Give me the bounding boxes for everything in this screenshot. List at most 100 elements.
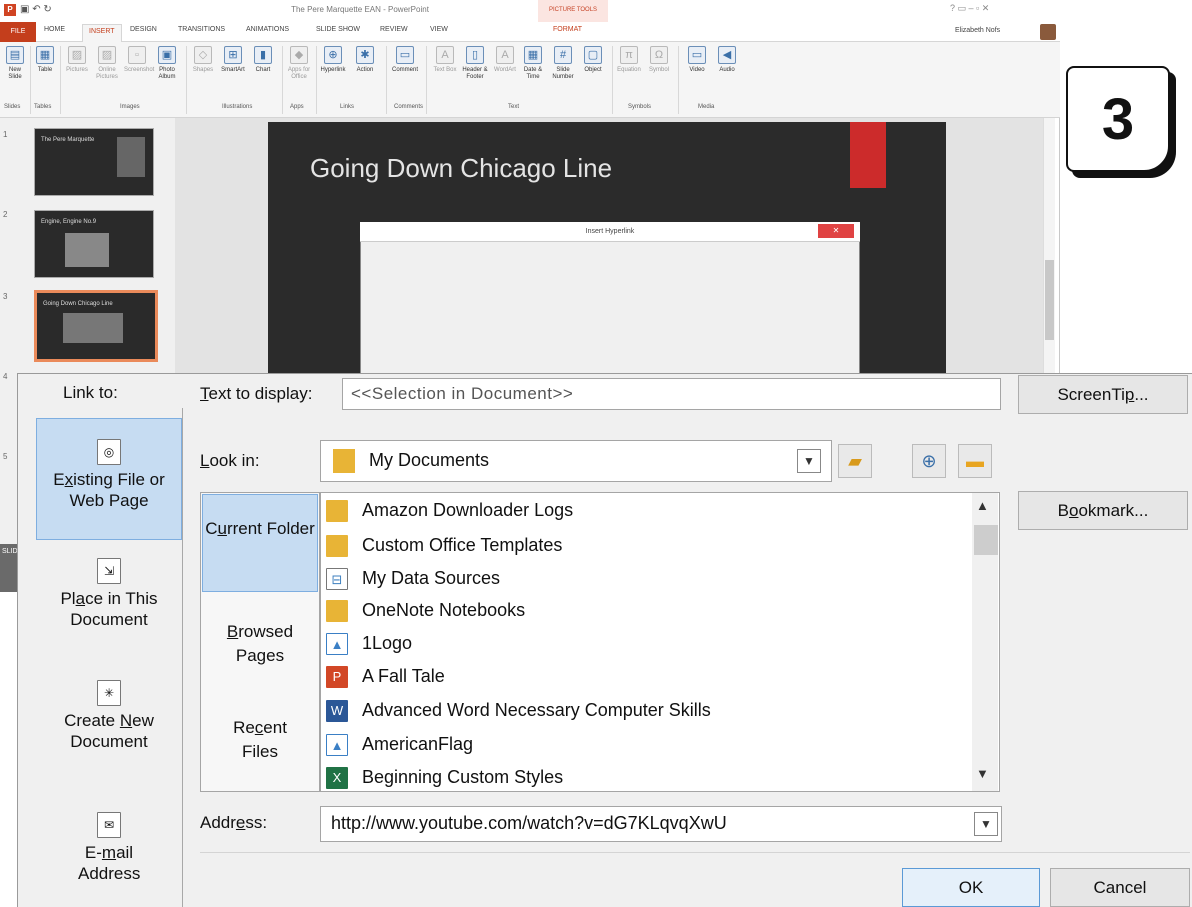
bookmark-button[interactable]: Bookmark... [1018,491,1188,530]
table-button[interactable]: ▦ Table [32,46,58,74]
list-item[interactable]: X Beginning Custom Styles [326,761,563,791]
tab-recent-files[interactable]: Recent Files [202,716,318,764]
tab-design[interactable]: DESIGN [130,26,157,33]
link-to-label: Link to: [63,383,118,402]
email-icon: ✉ [97,812,121,838]
wordart-button[interactable]: A WordArt [492,46,518,74]
list-item[interactable]: Custom Office Templates [326,529,562,562]
tab-current-folder[interactable]: Current Folder [202,494,318,592]
action-button[interactable]: ✱ Action [352,46,378,74]
mini-dialog-title: Insert Hyperlink [360,222,860,242]
apps-for-office-button[interactable]: ◆ Apps for Office [286,46,312,81]
scroll-down-icon[interactable]: ▼ [976,766,989,781]
file-name: OneNote Notebooks [362,600,526,620]
group-illustrations-label: Illustrations [222,104,253,110]
scrollbar-thumb[interactable] [974,525,998,555]
video-button[interactable]: ▭ Video [684,46,710,74]
avatar[interactable] [1040,24,1056,40]
header-footer-button[interactable]: ▯ Header & Footer [462,46,488,81]
object-button[interactable]: ▢ Object [580,46,606,74]
ok-button[interactable]: OK [902,868,1040,907]
up-one-folder-icon[interactable]: ▰ [838,444,872,478]
scroll-up-icon[interactable]: ▲ [976,498,989,513]
comment-button[interactable]: ▭ Comment [392,46,418,74]
screenshot-button[interactable]: ▫ Screenshot [124,46,154,74]
folder-icon [326,535,348,558]
tab-format[interactable]: FORMAT [553,26,582,33]
ribbon-divider [282,46,283,114]
label-accel: T [200,384,209,403]
link-to-email-address[interactable]: ✉ E-mail Address [36,812,182,884]
list-item[interactable]: Amazon Downloader Logs [326,494,573,527]
file-name: Custom Office Templates [362,535,563,555]
look-in-select[interactable]: My Documents [320,440,832,482]
folder-icon [326,500,348,523]
list-item[interactable]: W Advanced Word Necessary Computer Skills [326,694,711,727]
slide-thumbnail-3[interactable]: Going Down Chicago Line [34,290,158,362]
slide-thumbnail-1[interactable]: The Pere Marquette [34,128,154,196]
scrollbar-thumb[interactable] [1045,260,1054,340]
list-item[interactable]: ▲ 1Logo [326,627,412,660]
look-in-label: Look in: [200,451,260,471]
text-to-display-input[interactable]: <<Selection in Document>> [342,378,1001,410]
ribbon-divider [186,46,187,114]
table-icon: ▦ [36,46,54,64]
label-part: ook in: [209,451,260,470]
photo-album-icon: ▣ [158,46,176,64]
date-time-button[interactable]: ▦ Date & Time [520,46,546,81]
slide-number: 3 [3,292,8,301]
tab-browsed-pages[interactable]: Browsed Pages [202,620,318,668]
link-to-place-in-document[interactable]: ⇲ Place in This Document [36,558,182,630]
tab-view[interactable]: VIEW [430,26,448,33]
file-name: Advanced Word Necessary Computer Skills [362,700,711,720]
tab-slide-show[interactable]: SLIDE SHOW [316,26,360,33]
hyperlink-button[interactable]: ⊕ Hyperlink [320,46,346,74]
chevron-down-icon[interactable]: ▼ [974,812,998,836]
slide-number: 4 [3,372,8,381]
link-to-create-new-document[interactable]: ✳ Create New Document [36,680,182,752]
image-file-icon: ▲ [326,633,348,656]
list-item[interactable]: ▲ AmericanFlag [326,728,473,761]
address-input[interactable]: http://www.youtube.com/watch?v=dG7KLqvqX… [320,806,1002,842]
online-pictures-button[interactable]: ▨ Online Pictures [94,46,120,81]
list-item[interactable]: P A Fall Tale [326,660,445,693]
window-controls[interactable]: ? ▭ – ▫ ✕ [950,3,989,14]
tab-home[interactable]: HOME [44,26,65,33]
tab-transitions[interactable]: TRANSITIONS [178,26,225,33]
new-slide-button[interactable]: ▤ New Slide [2,46,28,81]
ribbon-tabs: FILE HOME INSERT DESIGN TRANSITIONS ANIM… [0,22,1060,46]
chart-button[interactable]: ▮ Chart [250,46,276,74]
slide-number-button[interactable]: # Slide Number [550,46,576,81]
equation-button[interactable]: π Equation [616,46,642,74]
close-icon: ✕ [818,224,854,238]
browse-file-icon[interactable]: ▬ [958,444,992,478]
slide-red-bar [850,122,886,188]
chevron-down-icon[interactable]: ▼ [797,449,821,473]
comment-icon: ▭ [396,46,414,64]
screentip-button[interactable]: ScreenTip... [1018,375,1188,414]
symbol-button[interactable]: Ω Symbol [646,46,672,74]
ribbon-divider [60,46,61,114]
list-item[interactable]: ⊟ My Data Sources [326,562,500,595]
tab-file[interactable]: FILE [0,22,36,42]
smartart-button[interactable]: ⊞ SmartArt [220,46,246,74]
tab-review[interactable]: REVIEW [380,26,408,33]
link-to-existing-file[interactable]: ◎ Existing File or Web Page [36,418,182,540]
shapes-button[interactable]: ◇ Shapes [190,46,216,74]
text-box-button[interactable]: A Text Box [432,46,458,74]
place-in-document-icon: ⇲ [97,558,121,584]
label-part: Pl [60,589,76,608]
audio-icon: ◀ [718,46,736,64]
slide-thumbnail-2[interactable]: Engine, Engine No.9 [34,210,154,278]
ribbon-divider [30,46,31,114]
label-part: ... [1134,385,1149,404]
browse-web-icon[interactable]: ⊕ [912,444,946,478]
slide-title[interactable]: Going Down Chicago Line [310,153,612,184]
photo-album-button[interactable]: ▣ Photo Album [154,46,180,81]
cancel-button[interactable]: Cancel [1050,868,1190,907]
user-name[interactable]: Elizabeth Nofs [955,27,1000,34]
pictures-button[interactable]: ▨ Pictures [64,46,90,74]
tab-animations[interactable]: ANIMATIONS [246,26,289,33]
list-item[interactable]: OneNote Notebooks [326,594,525,627]
audio-button[interactable]: ◀ Audio [714,46,740,74]
